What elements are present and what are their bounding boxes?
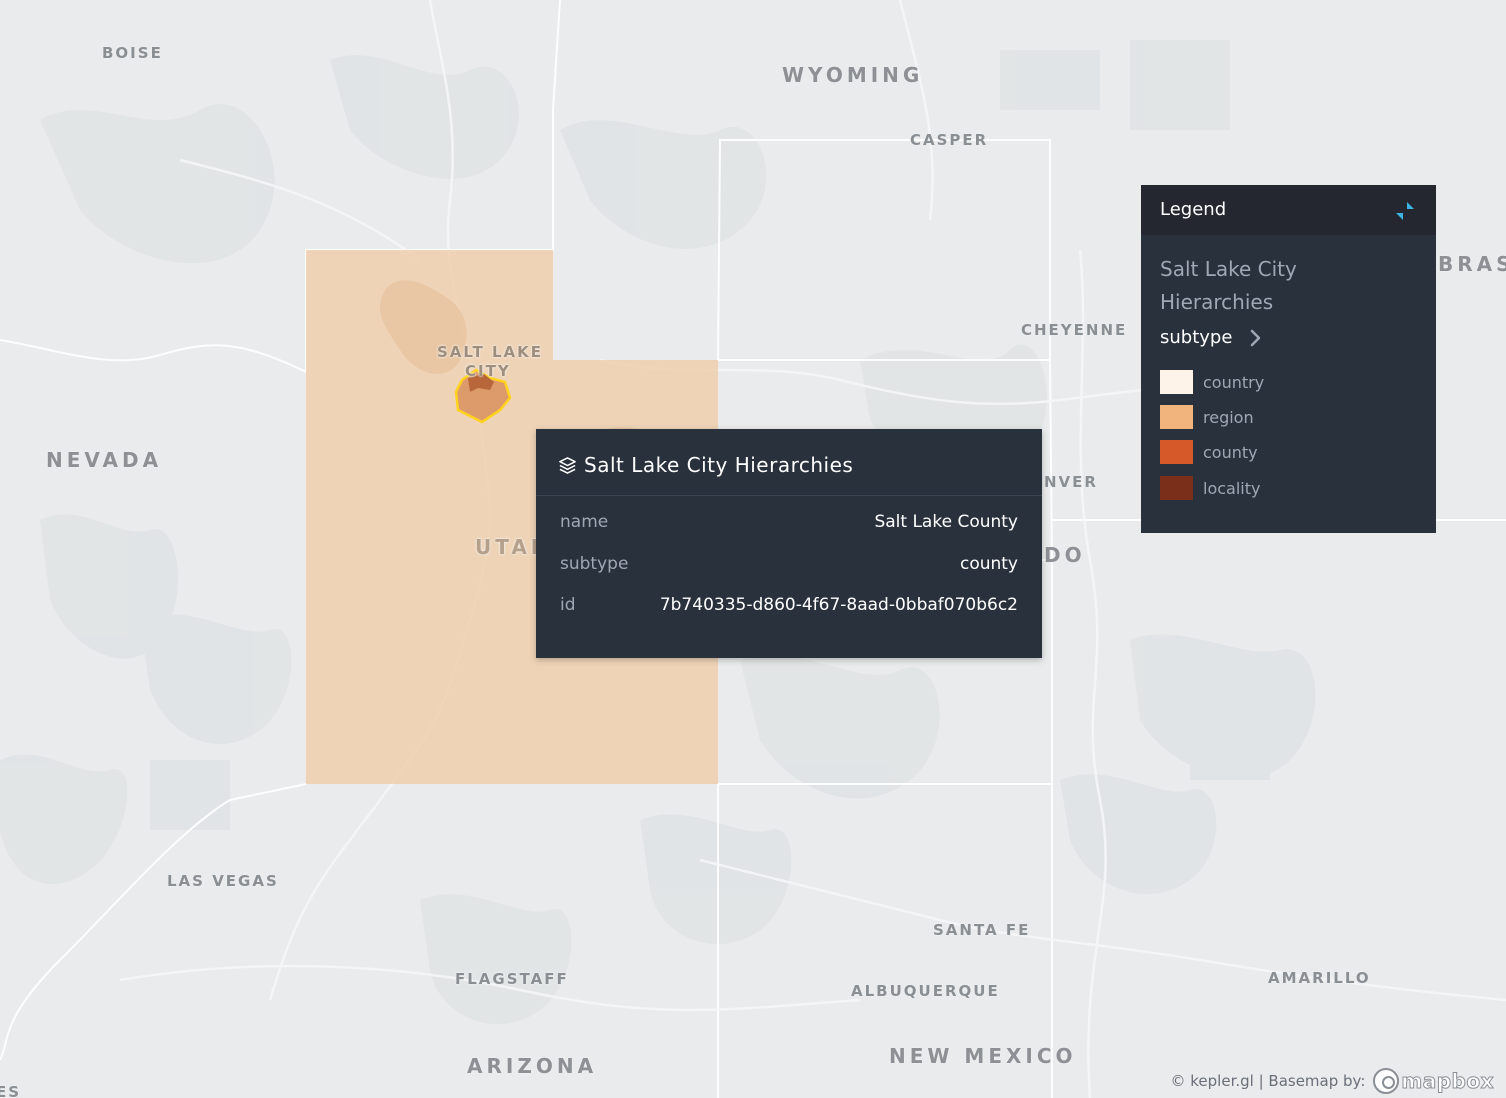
legend-item-label: county [1203, 442, 1258, 462]
mapbox-wordmark: mapbox [1401, 1069, 1494, 1094]
legend-item-label: locality [1203, 478, 1261, 498]
legend-item-country: country [1160, 370, 1264, 394]
tooltip-value: 7b740335-d860-4f67-8aad-0bbaf070b6c2 [659, 595, 1018, 615]
attribution-text[interactable]: © kepler.gl | Basemap by: [1171, 1072, 1366, 1090]
mapbox-icon [1373, 1068, 1400, 1094]
label-cheyenne: CHEYENNE [1021, 321, 1128, 339]
label-boise: BOISE [102, 44, 163, 62]
legend-item-label: region [1203, 407, 1254, 427]
label-wyoming: WYOMING [782, 63, 924, 87]
label-salt-lake-city-line1: SALT LAKE [437, 343, 543, 361]
tooltip-value: county [959, 554, 1018, 574]
tooltip-key: id [560, 595, 576, 615]
legend-swatch [1160, 405, 1193, 429]
legend-panel: Legend Salt Lake City Hierarchies subtyp… [1141, 185, 1436, 533]
label-arizona: ARIZONA [467, 1054, 598, 1078]
legend-item-locality: locality [1160, 476, 1260, 500]
label-brasl: BRASI [1438, 252, 1506, 276]
label-denver-partial: NVER [1044, 473, 1098, 491]
legend-item-county: county [1160, 440, 1258, 464]
label-new-mexico: NEW MEXICO [889, 1044, 1077, 1068]
legend-field[interactable]: subtype [1160, 327, 1262, 348]
label-las-vegas: LAS VEGAS [167, 872, 279, 890]
label-edge-fragment: ES [0, 1083, 22, 1098]
tooltip-row-id: id 7b740335-d860-4f67-8aad-0bbaf070b6c2 [560, 595, 1018, 615]
legend-swatch [1160, 476, 1193, 500]
legend-swatch [1160, 440, 1193, 464]
label-casper: CASPER [910, 131, 989, 149]
tooltip-value: Salt Lake County [874, 512, 1018, 532]
legend-item-region: region [1160, 405, 1254, 429]
map-attribution: © kepler.gl | Basemap by: mapbox [1171, 1068, 1494, 1094]
tooltip-title: Salt Lake City Hierarchies [584, 453, 854, 477]
layers-icon [559, 456, 576, 474]
collapse-icon[interactable] [1394, 200, 1416, 222]
tooltip-key: name [560, 512, 609, 532]
label-nevada: NEVADA [46, 448, 163, 472]
map-tooltip: Salt Lake City Hierarchies name Salt Lak… [536, 429, 1042, 658]
label-albuquerque: ALBUQUERQUE [851, 982, 1000, 1000]
legend-item-label: country [1203, 372, 1265, 392]
chevron-right-icon [1251, 329, 1261, 346]
tooltip-row-subtype: subtype county [560, 554, 1018, 574]
label-amarillo: AMARILLO [1268, 969, 1371, 987]
label-santa-fe: SANTA FE [933, 921, 1031, 939]
tooltip-row-name: name Salt Lake County [560, 512, 1018, 532]
legend-title: Legend [1160, 199, 1227, 220]
mapbox-logo[interactable]: mapbox [1373, 1068, 1494, 1094]
tooltip-divider [536, 495, 1042, 496]
tooltip-key: subtype [560, 554, 629, 574]
legend-swatch [1160, 370, 1193, 394]
legend-field-name: subtype [1160, 327, 1233, 348]
legend-header: Legend [1141, 185, 1436, 235]
label-flagstaff: FLAGSTAFF [455, 970, 569, 988]
label-salt-lake-city-line2: CITY [465, 362, 511, 380]
label-colorado-partial: DO [1044, 543, 1086, 567]
legend-layer-name: Salt Lake City Hierarchies [1160, 257, 1297, 314]
tooltip-header: Salt Lake City Hierarchies [558, 453, 853, 477]
